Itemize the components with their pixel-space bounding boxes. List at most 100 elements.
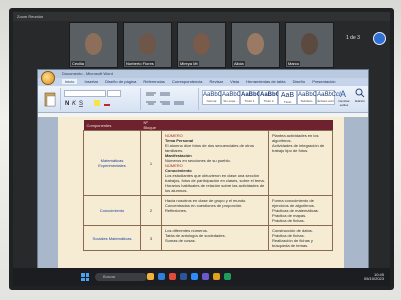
edit-label: Edición — [355, 99, 365, 103]
cell-line: Horarios habituales de relación sobre la… — [165, 183, 265, 193]
participant-tile[interactable]: Norberto Flores — [123, 22, 172, 68]
participant-video — [247, 33, 264, 55]
participant-tile[interactable]: Marco — [285, 22, 334, 68]
system-clock[interactable]: 10:45 05/10/2023 — [364, 273, 384, 281]
style-heading-2[interactable]: AaBbCc Título 2 — [259, 90, 283, 105]
participant-name: Alicia — [233, 61, 245, 66]
edge-icon[interactable] — [158, 273, 165, 280]
style-no-spacing[interactable]: AaBbCcI Sin espa... — [221, 90, 246, 105]
participant-video — [193, 33, 210, 55]
svg-text:S: S — [79, 101, 83, 107]
component-cell[interactable]: Conocimiento — [83, 195, 141, 226]
style-name: Título 2 — [263, 99, 274, 103]
tab-correspondencia[interactable]: Correspondencia — [172, 79, 202, 84]
content-cell[interactable]: NÚMERO Tema Personal El alumno dice foto… — [161, 130, 269, 196]
change-styles-icon: A — [340, 89, 346, 99]
content-cell[interactable]: Forma conocimiento de ejercicios de algo… — [268, 195, 333, 226]
style-title[interactable]: AaB Título — [278, 90, 297, 105]
cell-line: Reflexiones. — [165, 208, 188, 213]
cell-line: Práctica de fichas. — [272, 218, 305, 223]
chrome-icon[interactable] — [169, 273, 176, 280]
search-input[interactable]: Buscar — [95, 273, 147, 281]
windows-start-icon[interactable] — [81, 273, 89, 281]
tab-referencias[interactable]: Referencias — [143, 79, 164, 84]
table-header: Componentes — [83, 120, 141, 131]
folder-icon[interactable] — [213, 273, 220, 280]
tab-presentacion[interactable]: Presentación — [312, 79, 335, 84]
table-header — [268, 120, 333, 131]
participant-tile[interactable]: Mireya Mt — [177, 22, 226, 68]
zoom-icon[interactable] — [191, 273, 198, 280]
cell-line: Los estudiantes que obtuvieron en clase … — [165, 173, 265, 183]
block-number-cell[interactable]: 3 — [140, 225, 162, 251]
participant-video — [301, 33, 318, 55]
participant-tile[interactable]: Alicia — [231, 22, 280, 68]
table-row: Matemáticas Experimentales 1 NÚMERO Tema… — [83, 130, 333, 196]
font-group: NKS — [62, 88, 141, 110]
tab-insertar[interactable]: Insertar — [84, 79, 98, 84]
style-name: Énfasis sutil — [317, 99, 334, 103]
page-indicator[interactable]: 1 de 3 — [346, 35, 360, 41]
change-styles-button[interactable]: A Cambiar estilos — [337, 88, 351, 107]
screen: Zoom Reunión Cecilia Norberto Flores Mir… — [13, 12, 390, 286]
clock-date: 05/10/2023 — [363, 276, 384, 281]
change-styles-label: Cambiar estilos — [338, 99, 350, 107]
table-header: Nº Bloque — [140, 120, 162, 131]
ribbon-tabs: Inicio Insertar Diseño de página Referen… — [38, 78, 368, 86]
style-sample: AaBbC — [241, 92, 262, 98]
tab-revisar[interactable]: Revisar — [209, 79, 223, 84]
tab-inicio[interactable]: Inicio — [62, 79, 78, 84]
edit-button[interactable]: Edición — [353, 88, 367, 103]
tab-diseno[interactable]: Diseño — [293, 79, 305, 84]
document-page[interactable]: Componentes Nº Bloque Matemáticas Experi… — [58, 117, 344, 282]
svg-text:K: K — [72, 101, 77, 107]
tab-diseno-pagina[interactable]: Diseño de página — [105, 79, 136, 84]
file-explorer-icon[interactable] — [147, 273, 154, 280]
word-icon[interactable] — [180, 273, 187, 280]
paragraph-buttons-icon[interactable] — [144, 90, 196, 108]
format-buttons-icon[interactable]: NKS — [64, 99, 138, 107]
content-cell[interactable]: Construcción de datos. Práctica de ficha… — [268, 225, 333, 251]
participant-video — [139, 33, 156, 55]
cell-line: Plantea actividades en los algoritmos. — [272, 133, 319, 143]
cell-line: Realización de fichas y búsqueda de tema… — [272, 238, 313, 248]
cell-line: El alumno dice fotos de dos secuenciales… — [165, 143, 254, 153]
office-button[interactable] — [41, 71, 55, 85]
word-window: Documento - Microsoft Word Inicio Insert… — [37, 69, 369, 283]
component-cell[interactable]: Sociales Matemáticas — [83, 225, 141, 251]
content-cell[interactable]: Hacia nosotros en clase de grupo y el mu… — [161, 195, 269, 226]
zoom-title-bar: Zoom Reunión — [13, 12, 390, 21]
svg-text:N: N — [65, 101, 69, 107]
component-cell[interactable]: Matemáticas Experimentales — [83, 130, 141, 196]
content-cell[interactable]: Los diferentes números. Tabla de antolog… — [161, 225, 269, 251]
block-number-cell[interactable]: 2 — [140, 195, 162, 226]
style-name: Sin espa... — [223, 99, 238, 103]
word-title-bar: Documento - Microsoft Word — [38, 70, 368, 78]
style-normal[interactable]: AaBbCcI Normal — [202, 90, 227, 105]
participant-strip: Cecilia Norberto Flores Mireya Mt Alicia… — [69, 22, 341, 68]
style-sample: AaB — [280, 92, 295, 99]
style-subtle-emphasis[interactable]: AaBbCcI Énfasis sutil — [316, 90, 341, 105]
font-name-select[interactable] — [64, 90, 106, 97]
font-size-select[interactable] — [107, 90, 121, 97]
participant-name: Cecilia — [71, 61, 86, 66]
monitor-bezel: Zoom Reunión Cecilia Norberto Flores Mir… — [9, 8, 394, 290]
table-row: Sociales Matemáticas 3 Los diferentes nú… — [83, 225, 333, 251]
participant-video — [85, 33, 102, 55]
paste-icon[interactable] — [43, 91, 57, 107]
content-cell[interactable]: Plantea actividades en los algoritmos. A… — [268, 130, 333, 196]
participant-name: Norberto Flores — [125, 61, 155, 66]
teams-icon[interactable] — [202, 273, 209, 280]
tab-herramientas-tabla[interactable]: Herramientas de tabla — [246, 79, 285, 84]
store-icon[interactable] — [224, 273, 231, 280]
avatar[interactable] — [373, 32, 386, 45]
style-name: Normal — [206, 99, 217, 103]
tab-vista[interactable]: Vista — [230, 79, 239, 84]
style-name: Subtítulo — [300, 99, 313, 103]
style-subtitle[interactable]: AaBbCcI Subtítulo — [297, 90, 322, 105]
table-header — [161, 120, 269, 131]
style-heading-1[interactable]: AaBbC Título 1 — [240, 90, 262, 105]
svg-text:A: A — [340, 89, 346, 98]
block-number-cell[interactable]: 1 — [140, 130, 162, 196]
participant-tile[interactable]: Cecilia — [69, 22, 118, 68]
